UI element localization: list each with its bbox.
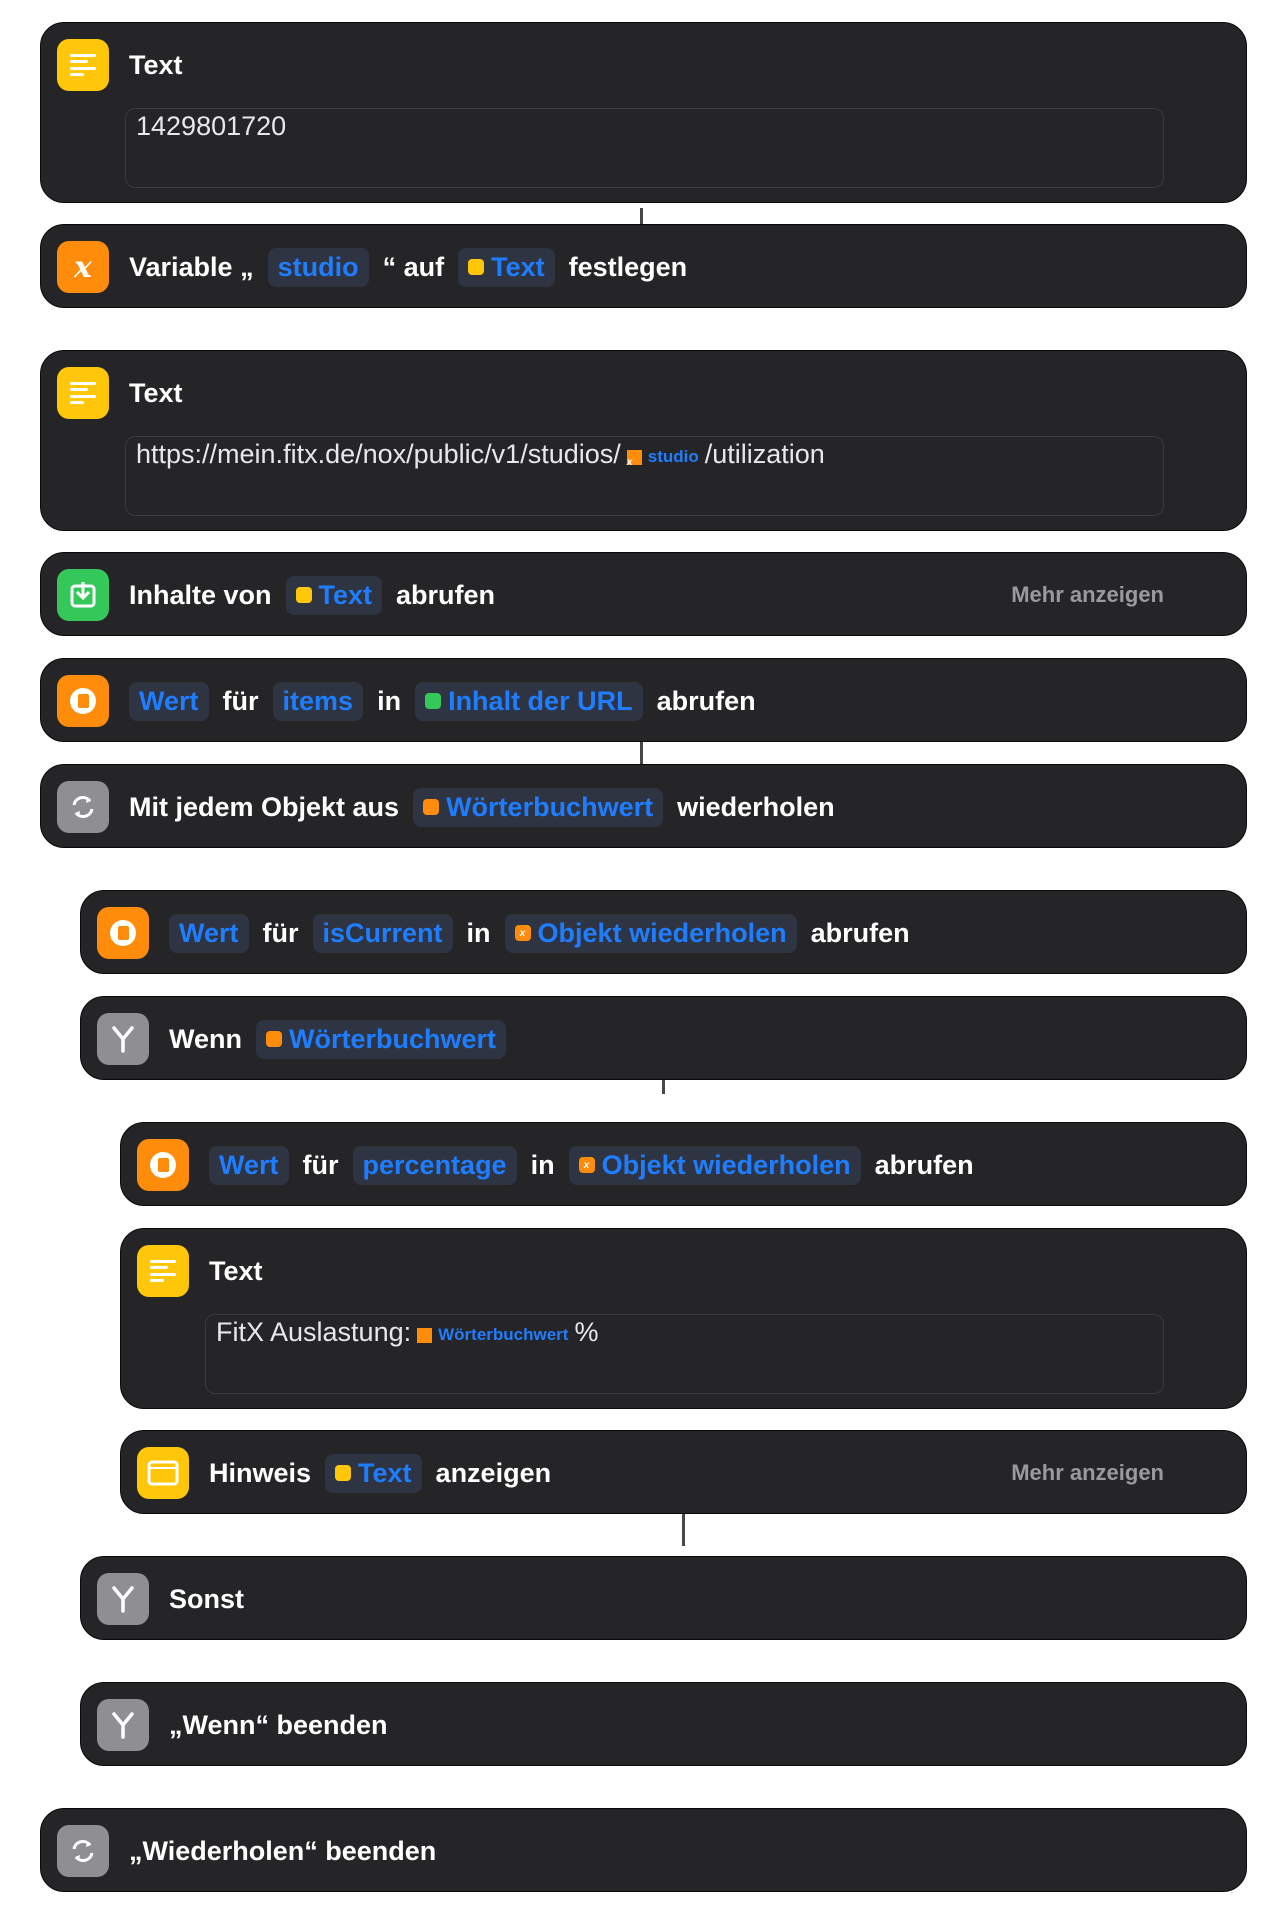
download-icon [57,569,109,621]
url-prefix: https://mein.fitx.de/nox/public/v1/studi… [136,439,621,469]
action-otherwise[interactable]: Sonst [80,1556,1247,1640]
action-show-notification[interactable]: Hinweis Text anzeigen Mehr anzeigen [120,1430,1247,1514]
action-title: Text [129,49,183,80]
label: für [302,1149,339,1180]
dictionary-icon [266,1031,282,1047]
text-token[interactable]: Text [285,575,383,615]
text-icon [295,587,312,603]
key-token[interactable]: isCurrent [312,913,453,953]
label: in [377,685,402,716]
studio-variable-token[interactable]: x studio [626,447,699,468]
repeat-icon [57,1825,109,1877]
label: “ auf [382,251,445,282]
label: abrufen [874,1149,974,1180]
branch-icon [97,1013,149,1065]
label: für [222,685,259,716]
text-field[interactable]: 1429801720 [125,108,1164,188]
text-field[interactable]: FitX Auslastung: Wörterbuchwert % [205,1314,1164,1394]
label: abrufen [656,685,756,716]
branch-icon [97,1699,149,1751]
text-value: 1429801720 [136,111,287,141]
action-text-studio-id[interactable]: Text 1429801720 [40,22,1247,203]
repeat-item-token[interactable]: x Objekt wiederholen [504,913,797,953]
dictionary-value-token[interactable]: Wörterbuchwert [413,787,664,827]
label: festlegen [568,251,688,282]
dictionary-icon [57,675,109,727]
action-end-repeat[interactable]: „Wiederholen“ beenden [40,1808,1247,1892]
label: Variable „ [129,251,254,282]
url-text-field[interactable]: https://mein.fitx.de/nox/public/v1/studi… [125,436,1164,516]
action-title: Text [129,377,183,408]
dictionary-icon [417,1327,433,1343]
dictionary-icon [97,907,149,959]
label: abrufen [396,579,496,610]
dictionary-icon [423,799,440,815]
label: anzeigen [435,1457,552,1488]
dictionary-value-token[interactable]: Wörterbuchwert [256,1019,507,1059]
label: „Wenn“ beenden [169,1709,388,1740]
action-if[interactable]: Wenn Wörterbuchwert [80,996,1247,1080]
label: in [466,917,491,948]
label: für [262,917,299,948]
text-token[interactable]: Text [325,1453,422,1493]
key-token[interactable]: items [272,681,364,721]
text-token[interactable]: Text [458,247,555,287]
label: Wenn [169,1023,242,1054]
action-get-dictionary-value-items[interactable]: Wert für items in Inhalt der URL abrufen [40,658,1247,742]
action-text-auslastung[interactable]: Text FitX Auslastung: Wörterbuchwert % [120,1228,1247,1409]
action-text-url[interactable]: Text https://mein.fitx.de/nox/public/v1/… [40,350,1247,531]
variable-icon: x [57,241,109,293]
variable-icon: x [578,1157,595,1173]
label: Hinweis [209,1457,312,1488]
action-title: Text [209,1255,263,1286]
label: wiederholen [677,791,835,822]
text-icon [57,367,109,419]
label: abrufen [810,917,910,948]
branch-icon [97,1573,149,1625]
value-token[interactable]: Wert [169,913,249,953]
label: Sonst [169,1583,245,1614]
text-prefix: FitX Auslastung: [216,1317,412,1347]
value-token[interactable]: Wert [129,681,209,721]
value-token[interactable]: Wert [209,1145,289,1185]
url-suffix: /utilization [704,439,825,469]
repeat-icon [57,781,109,833]
show-more-button[interactable]: Mehr anzeigen [1011,582,1164,608]
download-icon [425,693,442,709]
action-repeat-with-each[interactable]: Mit jedem Objekt aus Wörterbuchwert wied… [40,764,1247,848]
text-icon [57,39,109,91]
show-more-button[interactable]: Mehr anzeigen [1011,1460,1164,1486]
label: „Wiederholen“ beenden [129,1835,437,1866]
url-contents-token[interactable]: Inhalt der URL [415,681,643,721]
action-get-contents-of-url[interactable]: Inhalte von Text abrufen Mehr anzeigen [40,552,1247,636]
action-get-dictionary-value-iscurrent[interactable]: Wert für isCurrent in x Objekt wiederhole… [80,890,1247,974]
text-suffix: % [574,1317,599,1347]
variable-icon: x [626,449,642,468]
label: in [530,1149,555,1180]
label: Mit jedem Objekt aus [129,791,400,822]
dictionary-icon [137,1139,189,1191]
action-get-dictionary-value-percentage[interactable]: Wert für percentage in x Objekt wiederhol… [120,1122,1247,1206]
dictionary-value-token[interactable]: Wörterbuchwert [417,1325,568,1345]
alert-window-icon [137,1447,189,1499]
label: Inhalte von [129,579,272,610]
text-icon [137,1245,189,1297]
key-token[interactable]: percentage [352,1145,517,1185]
variable-icon: x [514,925,531,941]
text-icon [468,259,485,275]
text-icon [335,1465,352,1481]
repeat-item-token[interactable]: x Objekt wiederholen [568,1145,861,1185]
action-set-variable[interactable]: x Variable „ studio “ auf Text festlegen [40,224,1247,308]
action-end-if[interactable]: „Wenn“ beenden [80,1682,1247,1766]
variable-name-token[interactable]: studio [267,247,369,287]
